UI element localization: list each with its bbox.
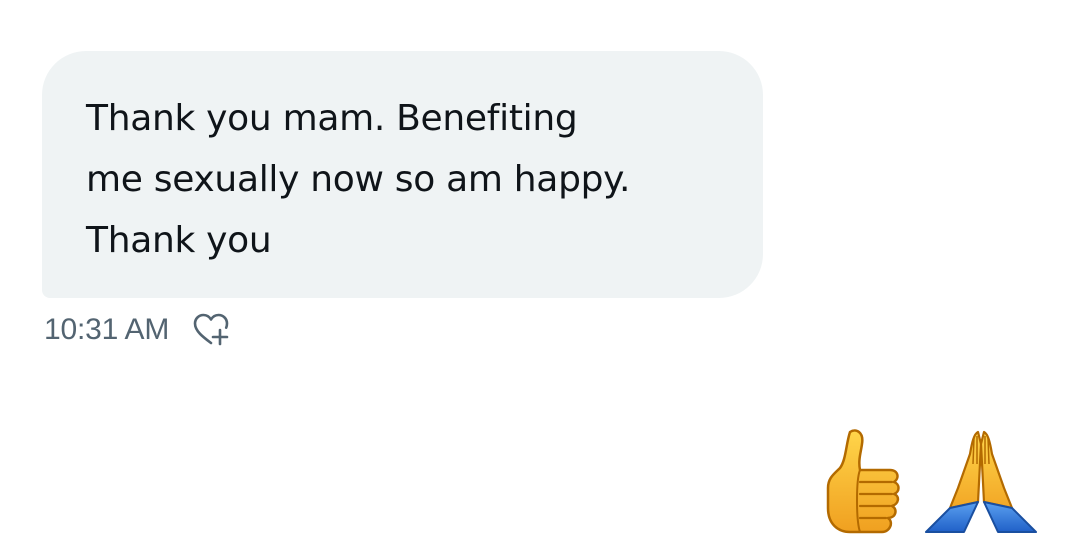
message-line: Thank you mam. Benefiting — [86, 98, 578, 139]
message-line: Thank you — [86, 220, 272, 261]
folded-hands-emoji[interactable] — [920, 424, 1042, 544]
message-text: Thank you mam. Benefiting me sexually no… — [86, 88, 746, 271]
message-timestamp: 10:31 AM — [44, 313, 170, 346]
message-meta: 10:31 AM — [44, 310, 231, 350]
heart-plus-icon — [193, 313, 229, 346]
thumbs-up-emoji[interactable] — [820, 424, 912, 544]
reactions — [820, 424, 1050, 544]
message-line: me sexually now so am happy. — [86, 159, 631, 200]
add-reaction-button[interactable] — [191, 310, 231, 350]
